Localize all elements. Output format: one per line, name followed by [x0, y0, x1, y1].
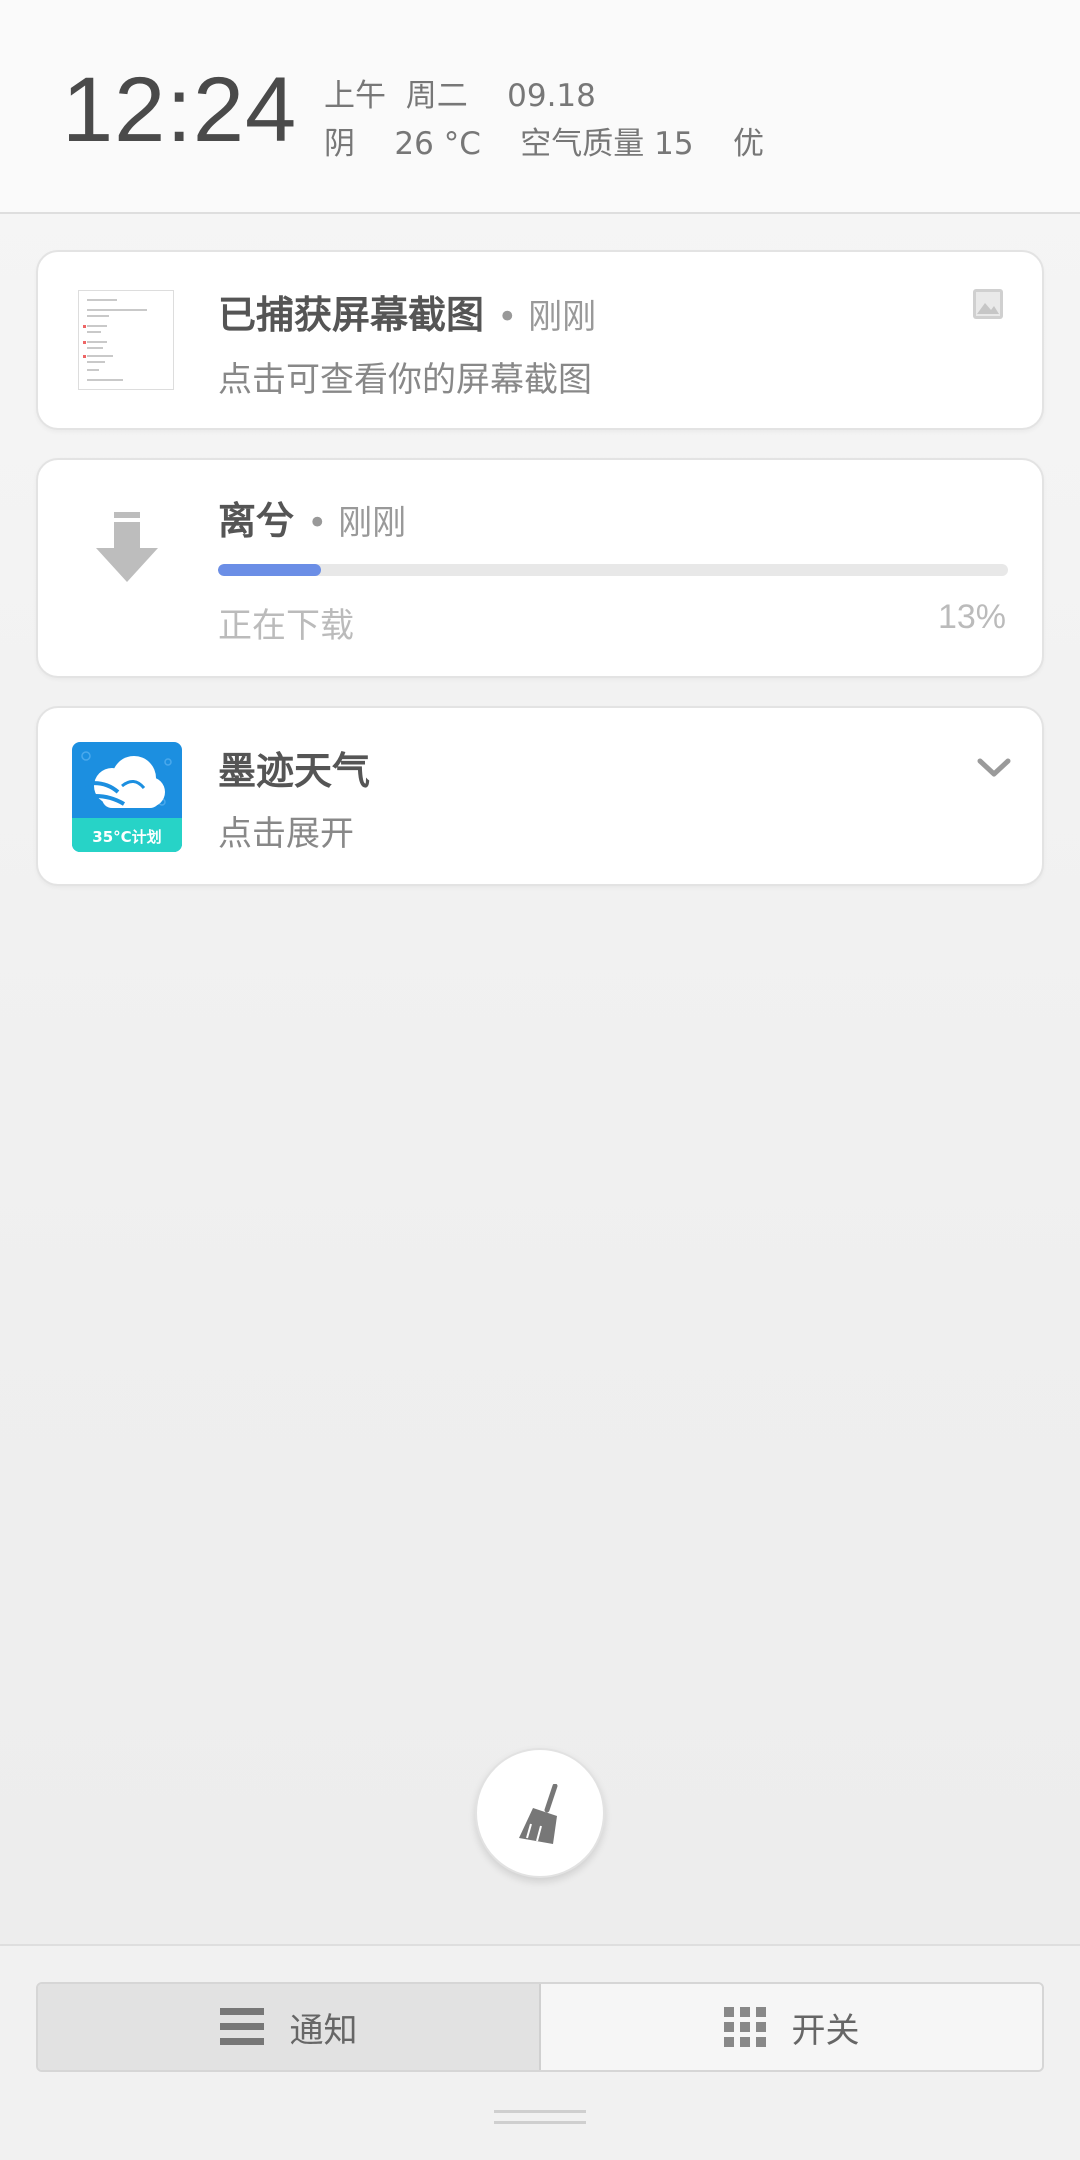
download-percent: 13%: [937, 598, 1006, 636]
bottom-bar: 通知 开关: [0, 1944, 1080, 2160]
screenshot-thumbnail: [78, 290, 174, 390]
moji-weather-app-icon: 35°C计划: [72, 742, 182, 852]
clear-all-button[interactable]: [475, 1748, 605, 1878]
weather-title: 墨迹天气: [218, 749, 371, 793]
notification-header: 12:24 上午 周二 09.18 阴 26 °C 空气质量 15 优: [0, 0, 1080, 214]
clock: 12:24: [62, 59, 298, 161]
download-progress-fill: [218, 564, 321, 576]
weather-app-notification[interactable]: 35°C计划 墨迹天气 点击展开: [36, 706, 1044, 886]
tab-toggles[interactable]: 开关: [541, 1984, 1042, 2070]
weather-line[interactable]: 阴 26 °C 空气质量 15 优: [324, 118, 764, 163]
date-line: 上午 周二 09.18: [324, 78, 596, 114]
notification-subtitle: 点击展开: [218, 814, 354, 854]
grid-icon: [723, 2007, 766, 2047]
download-progress-bar: [218, 564, 1008, 576]
tab-notifications[interactable]: 通知: [38, 1984, 541, 2070]
notification-title: 已捕获屏幕截图 • 刚刚: [218, 284, 596, 339]
notification-tabs: 通知 开关: [36, 1982, 1044, 2072]
download-title: 离兮: [218, 499, 295, 543]
download-icon: [96, 512, 158, 582]
download-notification[interactable]: 离兮 • 刚刚 正在下载 13%: [36, 458, 1044, 678]
image-icon: [973, 289, 1003, 319]
notification-subtitle: 点击可查看你的屏幕截图: [218, 360, 592, 400]
tab-toggles-label: 开关: [791, 2010, 860, 2051]
menu-icon: [219, 2008, 264, 2045]
screenshot-title: 已捕获屏幕截图: [218, 293, 485, 337]
notification-time: • 刚刚: [307, 503, 407, 543]
screenshot-notification[interactable]: 已捕获屏幕截图 • 刚刚 点击可查看你的屏幕截图: [36, 250, 1044, 430]
notification-title: 离兮 • 刚刚: [218, 490, 406, 545]
download-status: 正在下载: [218, 606, 354, 646]
chevron-down-icon[interactable]: [976, 756, 1012, 780]
tab-notifications-label: 通知: [289, 2010, 358, 2051]
broom-icon: [519, 1784, 558, 1844]
notification-time: • 刚刚: [497, 297, 597, 337]
drag-handle[interactable]: [494, 2106, 586, 2132]
app-icon-text: 35°C计划: [92, 828, 161, 846]
